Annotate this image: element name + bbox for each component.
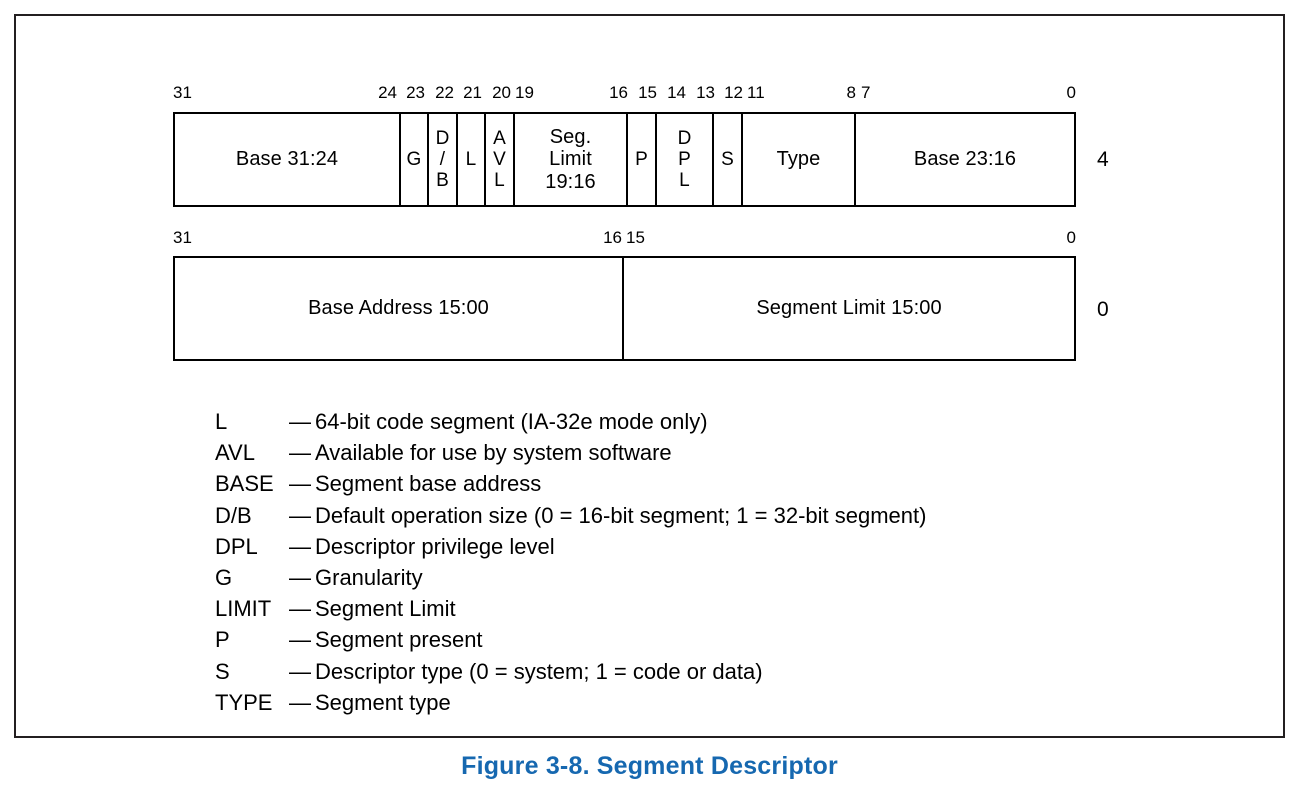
descriptor-row-high-dword: Base 31:24 G D / B L A V L Seg. Limit 19… [173,112,1076,207]
bit-tick-31-low: 31 [173,228,192,247]
legend-abbr-p: P [215,627,230,653]
legend-dash: — [289,502,311,528]
legend-desc-type: Segment type [315,689,451,715]
legend-desc-db: Default operation size (0 = 16-bit segme… [315,502,927,528]
legend-item-type: TYPE — Segment type [215,687,926,718]
field-base-address-15-00: Base Address 15:00 [175,258,624,359]
legend-desc-dpl: Descriptor privilege level [315,533,555,559]
legend-abbr-g: G [215,565,233,591]
legend-desc-limit: Segment Limit [315,596,456,622]
legend-desc-base: Segment base address [315,471,542,497]
bit-tick-16-low: 16 [603,228,622,247]
legend-desc-g: Granularity [315,565,423,591]
legend-item-s: S — Descriptor type (0 = system; 1 = cod… [215,656,926,687]
field-seg-limit-19-16: Seg. Limit 19:16 [515,114,628,205]
field-p: P [628,114,657,205]
field-db: D / B [429,114,458,205]
legend-dash: — [289,409,311,434]
bit-tick-8: 8 [846,83,856,102]
field-type: Type [743,114,856,205]
figure-page: 31 24 23 22 21 20 19 16 15 14 13 12 11 8… [0,0,1299,799]
legend-item-p: P — Segment present [215,624,926,655]
figure-frame: 31 24 23 22 21 20 19 16 15 14 13 12 11 8… [14,14,1285,738]
legend-dash: — [289,533,311,559]
bit-tick-0-high: 0 [1066,83,1076,102]
field-avl: A V L [486,114,515,205]
legend-dash: — [289,658,311,684]
bit-tick-7: 7 [861,83,871,102]
legend-item-dpl: DPL — Descriptor privilege level [215,531,926,562]
bit-tick-15-low: 15 [626,228,645,247]
legend-desc-p: Segment present [315,627,483,653]
field-segment-limit-15-00: Segment Limit 15:00 [756,297,942,320]
bit-tick-12: 12 [724,83,743,102]
legend-item-base: BASE — Segment base address [215,468,926,499]
bit-tick-19: 19 [515,83,534,102]
legend-desc-avl: Available for use by system software [315,440,672,466]
legend-dash: — [289,440,311,466]
field-s: S [714,114,743,205]
field-l: L [458,114,486,205]
byte-offset-0: 0 [1097,298,1109,321]
legend-abbr-base: BASE [215,471,274,497]
legend-abbr-l: L [215,409,228,434]
legend-desc-s: Descriptor type (0 = system; 1 = code or… [315,658,763,684]
legend-abbr-dpl: DPL [215,533,258,559]
legend-desc-l: 64-bit code segment (IA-32e mode only) [315,409,708,434]
field-base-31-24: Base 31:24 [175,114,401,205]
legend: L — 64-bit code segment (IA-32e mode onl… [215,406,926,718]
figure-caption-title: Segment Descriptor [596,752,838,780]
legend-item-avl: AVL — Available for use by system softwa… [215,437,926,468]
legend-item-g: G — Granularity [215,562,926,593]
legend-item-db: D/B — Default operation size (0 = 16-bit… [215,500,926,531]
legend-item-limit: LIMIT — Segment Limit [215,593,926,624]
legend-abbr-db: D/B [215,502,252,528]
legend-dash: — [289,565,311,591]
bit-tick-11: 11 [747,83,765,102]
legend-dash: — [289,689,311,715]
bit-tick-31-high: 31 [173,83,192,102]
legend-abbr-type: TYPE [215,689,273,715]
legend-dash: — [289,627,311,653]
legend-item-l: L — 64-bit code segment (IA-32e mode onl… [215,406,926,437]
field-g: G [401,114,429,205]
bit-tick-20: 20 [492,83,511,102]
field-base-23-16: Base 23:16 [913,148,1017,171]
descriptor-row-low-dword: Base Address 15:00 Segment Limit 15:00 [173,256,1076,361]
legend-abbr-limit: LIMIT [215,596,272,622]
legend-abbr-avl: AVL [215,440,255,466]
byte-offset-4: 4 [1097,148,1109,171]
figure-caption-number: Figure 3-8. [461,752,590,780]
figure-caption: Figure 3-8. Segment Descriptor [0,752,1299,781]
field-dpl: D P L [657,114,714,205]
legend-dash: — [289,596,311,622]
legend-abbr-s: S [215,658,230,684]
legend-dash: — [289,471,311,497]
bit-tick-0-low: 0 [1066,228,1076,247]
